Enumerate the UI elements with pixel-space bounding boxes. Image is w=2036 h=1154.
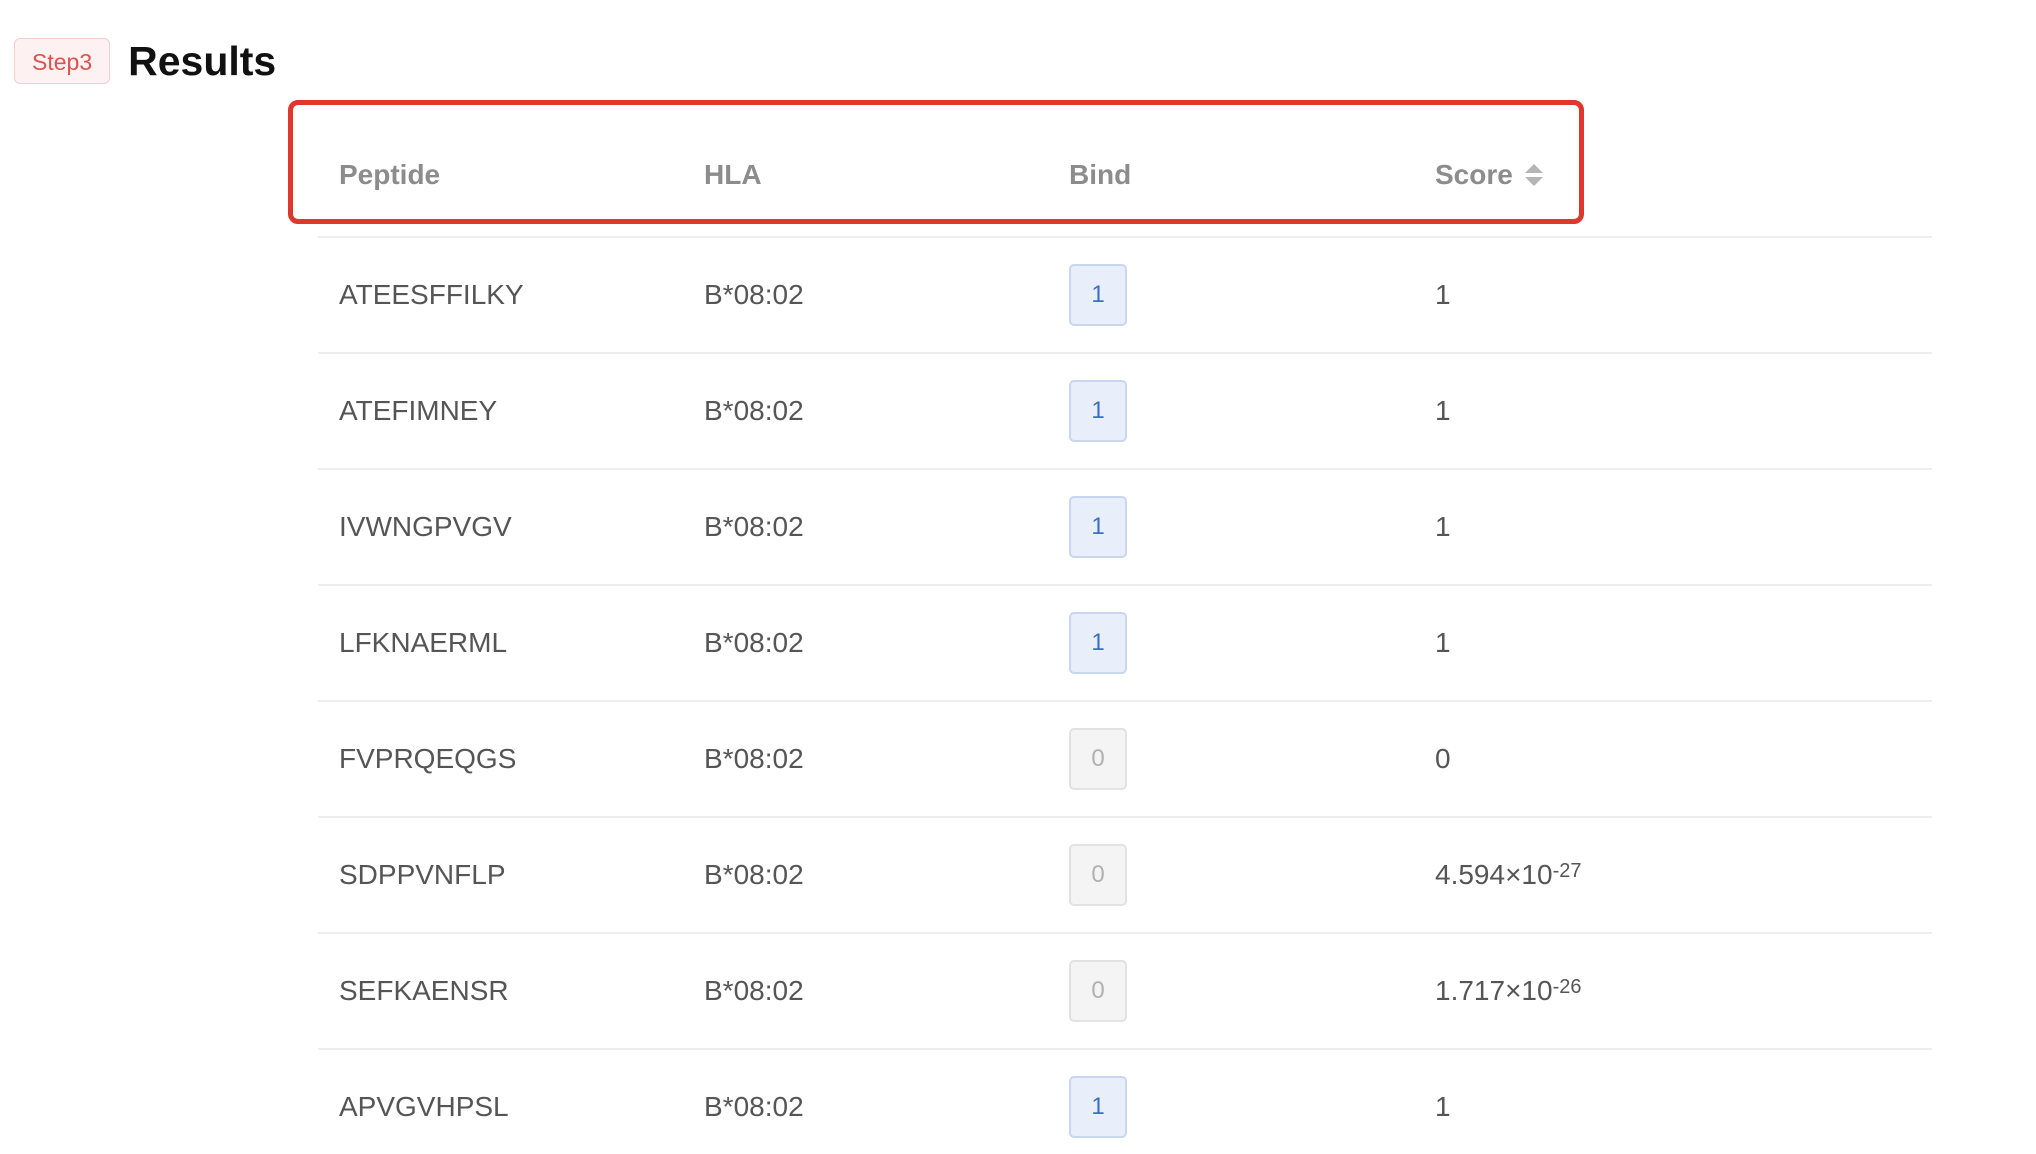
cell-score: 1 — [1435, 1050, 1451, 1154]
cell-hla: B*08:02 — [704, 1091, 804, 1122]
bind-badge: 0 — [1069, 844, 1127, 906]
results-header: Step3 Results — [14, 36, 276, 86]
results-table: Peptide HLA Bind Score ATEESFFILKY B*08:0… — [288, 100, 1932, 1154]
score-value: 1 — [1435, 395, 1451, 426]
score-value: 1.717×10 — [1435, 975, 1553, 1006]
sort-icon[interactable] — [1524, 164, 1543, 186]
table-row: SDPPVNFLP B*08:02 0 4.594×10 -27 — [318, 818, 1932, 934]
cell-bind: 0 — [1069, 818, 1127, 932]
cell-hla: B*08:02 — [704, 859, 804, 890]
table-body: ATEESFFILKY B*08:02 1 1 ATEFIMNEY B*08:02 1 1 IV… — [318, 238, 1932, 1154]
cell-peptide: FVPRQEQGS — [339, 743, 517, 774]
cell-hla: B*08:02 — [704, 279, 804, 310]
cell-peptide: ATEFIMNEY — [339, 395, 498, 426]
bind-badge: 1 — [1069, 264, 1127, 326]
cell-score: 1.717×10 -26 — [1435, 975, 1582, 1006]
table-row: FVPRQEQGS B*08:02 0 0 — [318, 702, 1932, 818]
cell-hla: B*08:02 — [704, 743, 804, 774]
results-page: Step3 Results Peptide HLA Bind Score ATE… — [0, 0, 2036, 1154]
column-header-score-label: Score — [1435, 159, 1513, 190]
cell-bind: 1 — [1069, 470, 1127, 584]
cell-hla: B*08:02 — [704, 627, 804, 658]
table-row: APVGVHPSL B*08:02 1 1 — [318, 1050, 1932, 1154]
cell-peptide: SDPPVNFLP — [339, 859, 506, 890]
cell-score: 4.594×10 -27 — [1435, 859, 1582, 890]
score-value: 1 — [1435, 627, 1451, 658]
score-value: 0 — [1435, 743, 1451, 774]
score-value: 1 — [1435, 1091, 1451, 1122]
cell-score: 1 — [1435, 470, 1451, 584]
table-row: LFKNAERML B*08:02 1 1 — [318, 586, 1932, 702]
highlight-box — [288, 100, 1584, 224]
cell-bind: 1 — [1069, 354, 1127, 468]
cell-bind: 1 — [1069, 1050, 1127, 1154]
table-row: SEFKAENSR B*08:02 0 1.717×10 -26 — [318, 934, 1932, 1050]
table-row: IVWNGPVGV B*08:02 1 1 — [318, 470, 1932, 586]
bind-badge: 0 — [1069, 960, 1127, 1022]
cell-score: 0 — [1435, 702, 1451, 816]
cell-peptide: LFKNAERML — [339, 627, 508, 658]
score-value: 1 — [1435, 279, 1451, 310]
bind-badge: 1 — [1069, 612, 1127, 674]
column-header-bind[interactable]: Bind — [1069, 136, 1131, 214]
table-row: ATEESFFILKY B*08:02 1 1 — [318, 238, 1932, 354]
cell-bind: 1 — [1069, 238, 1127, 352]
cell-hla: B*08:02 — [704, 395, 804, 426]
step-badge: Step3 — [14, 38, 111, 84]
cell-hla: B*08:02 — [704, 975, 804, 1006]
bind-badge: 1 — [1069, 1076, 1127, 1138]
table-row: ATEFIMNEY B*08:02 1 1 — [318, 354, 1932, 470]
page-title: Results — [128, 38, 277, 84]
cell-hla: B*08:02 — [704, 511, 804, 542]
sort-descending-icon — [1524, 177, 1543, 186]
cell-bind: 0 — [1069, 702, 1127, 816]
table-header: Peptide HLA Bind Score — [288, 100, 1932, 238]
bind-badge: 1 — [1069, 380, 1127, 442]
cell-bind: 1 — [1069, 586, 1127, 700]
cell-bind: 0 — [1069, 934, 1127, 1048]
cell-peptide: IVWNGPVGV — [339, 511, 512, 542]
column-header-score[interactable]: Score — [1435, 136, 1543, 214]
score-value: 4.594×10 — [1435, 859, 1553, 890]
cell-score: 1 — [1435, 238, 1451, 352]
cell-score: 1 — [1435, 586, 1451, 700]
cell-score: 1 — [1435, 354, 1451, 468]
bind-badge: 0 — [1069, 728, 1127, 790]
score-value: 1 — [1435, 511, 1451, 542]
column-header-peptide[interactable]: Peptide — [339, 136, 440, 214]
cell-peptide: ATEESFFILKY — [339, 279, 524, 310]
cell-peptide: APVGVHPSL — [339, 1091, 509, 1122]
cell-peptide: SEFKAENSR — [339, 975, 509, 1006]
bind-badge: 1 — [1069, 496, 1127, 558]
column-header-hla[interactable]: HLA — [704, 136, 762, 214]
sort-ascending-icon — [1524, 164, 1543, 173]
